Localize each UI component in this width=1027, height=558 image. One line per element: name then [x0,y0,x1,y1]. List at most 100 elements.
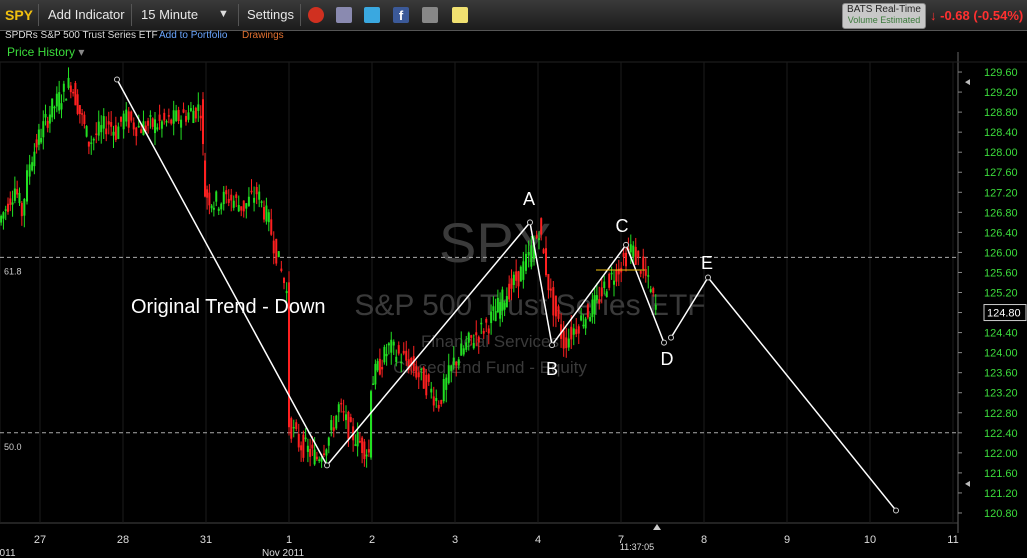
candle-body [345,414,347,421]
candle-body [649,289,652,292]
candle-body [376,361,379,371]
candle-body [644,268,647,276]
candle-body [114,125,117,140]
candle-body [194,107,197,119]
candle-body [189,108,192,111]
candle-body [577,326,580,334]
candle-body [332,427,335,431]
candle-body [603,281,606,289]
candle-body [272,240,275,254]
candle-body [540,218,543,235]
candle-body [222,191,225,205]
candle-body [306,445,309,452]
candle-body [270,219,273,235]
candle-body [363,441,366,460]
annotation-text: Original Trend - Down [131,296,326,318]
candle-body [277,251,280,258]
candle-body [9,198,12,206]
candle-body [462,348,465,355]
candle-body [358,440,361,443]
candle-body [327,437,330,446]
candle-body [165,121,168,123]
candle-body [323,453,325,455]
candle-body [472,343,475,349]
candle-body [13,188,16,201]
candle-body [642,256,645,270]
candle-body [400,361,403,364]
candle-body [60,103,63,110]
fib-level-label: 50.0 [4,442,22,452]
candle-body [105,128,108,135]
x-tick-label: 28 [117,534,129,546]
candle-body [69,85,72,93]
wave-point [705,274,711,281]
x-sublabel: Nov 2011 [262,548,305,558]
candle-body [83,114,86,125]
price-chart[interactable]: SPYS&P 500 Trust Series ETFFinancial Ser… [0,0,1027,558]
candle-body [622,252,625,257]
candle-body [125,109,128,122]
candle-body [235,194,238,198]
axis-marker-icon [965,480,970,487]
candle-body [392,341,395,346]
candle-body [260,201,263,203]
wave-label: B [546,359,558,379]
candle-body [349,417,352,422]
wave-point [527,219,533,226]
candle-body [356,432,359,447]
candle-body [156,127,159,130]
candle-body [0,215,3,223]
candle-body [492,306,495,311]
x-tick-label: 2 [369,534,375,546]
candle-body [465,342,468,350]
fib-level-label: 61.8 [4,266,22,276]
y-tick-label: 123.60 [984,368,1018,380]
candle-body [215,191,218,202]
candle-body [381,366,384,370]
candle-body [177,109,180,122]
candle-body [565,337,568,349]
y-tick-label: 122.40 [984,428,1018,440]
candle-body [580,315,583,321]
candle-body [42,121,45,138]
candle-body [46,120,49,128]
candle-body [147,120,150,126]
candle-body [160,121,163,129]
candle-body [192,110,195,123]
candle-body [74,83,77,106]
candle-body [172,110,175,124]
candle-body [405,350,408,361]
candle-body [598,299,601,304]
candle-body [335,415,338,429]
candle-body [315,456,318,460]
candle-body [112,131,115,136]
candle-body [92,138,95,141]
candle-body [267,212,270,223]
candle-body [40,138,43,143]
candle-body [613,280,615,285]
candle-body [508,283,511,300]
x-tick-label: 10 [864,534,876,546]
candle-body [33,151,36,167]
y-tick-label: 128.80 [984,107,1018,119]
candle-body [610,272,613,275]
y-tick-label: 120.80 [984,508,1018,520]
candle-body [460,343,463,356]
candle-body [475,332,478,336]
candle-body [247,196,250,206]
candle-body [440,400,443,405]
candle-body [567,338,570,348]
candle-body [120,116,122,122]
candle-body [485,318,488,323]
candle-body [210,205,213,209]
y-tick-label: 128.00 [984,147,1018,159]
candle-body [347,411,350,439]
x-tick-label: 9 [784,534,790,546]
candle-body [7,203,9,212]
candle-body [304,437,307,440]
candle-body [395,356,398,363]
candle-body [582,324,585,327]
candle-body [35,139,38,148]
candle-body [26,170,28,202]
candle-body [87,141,90,147]
